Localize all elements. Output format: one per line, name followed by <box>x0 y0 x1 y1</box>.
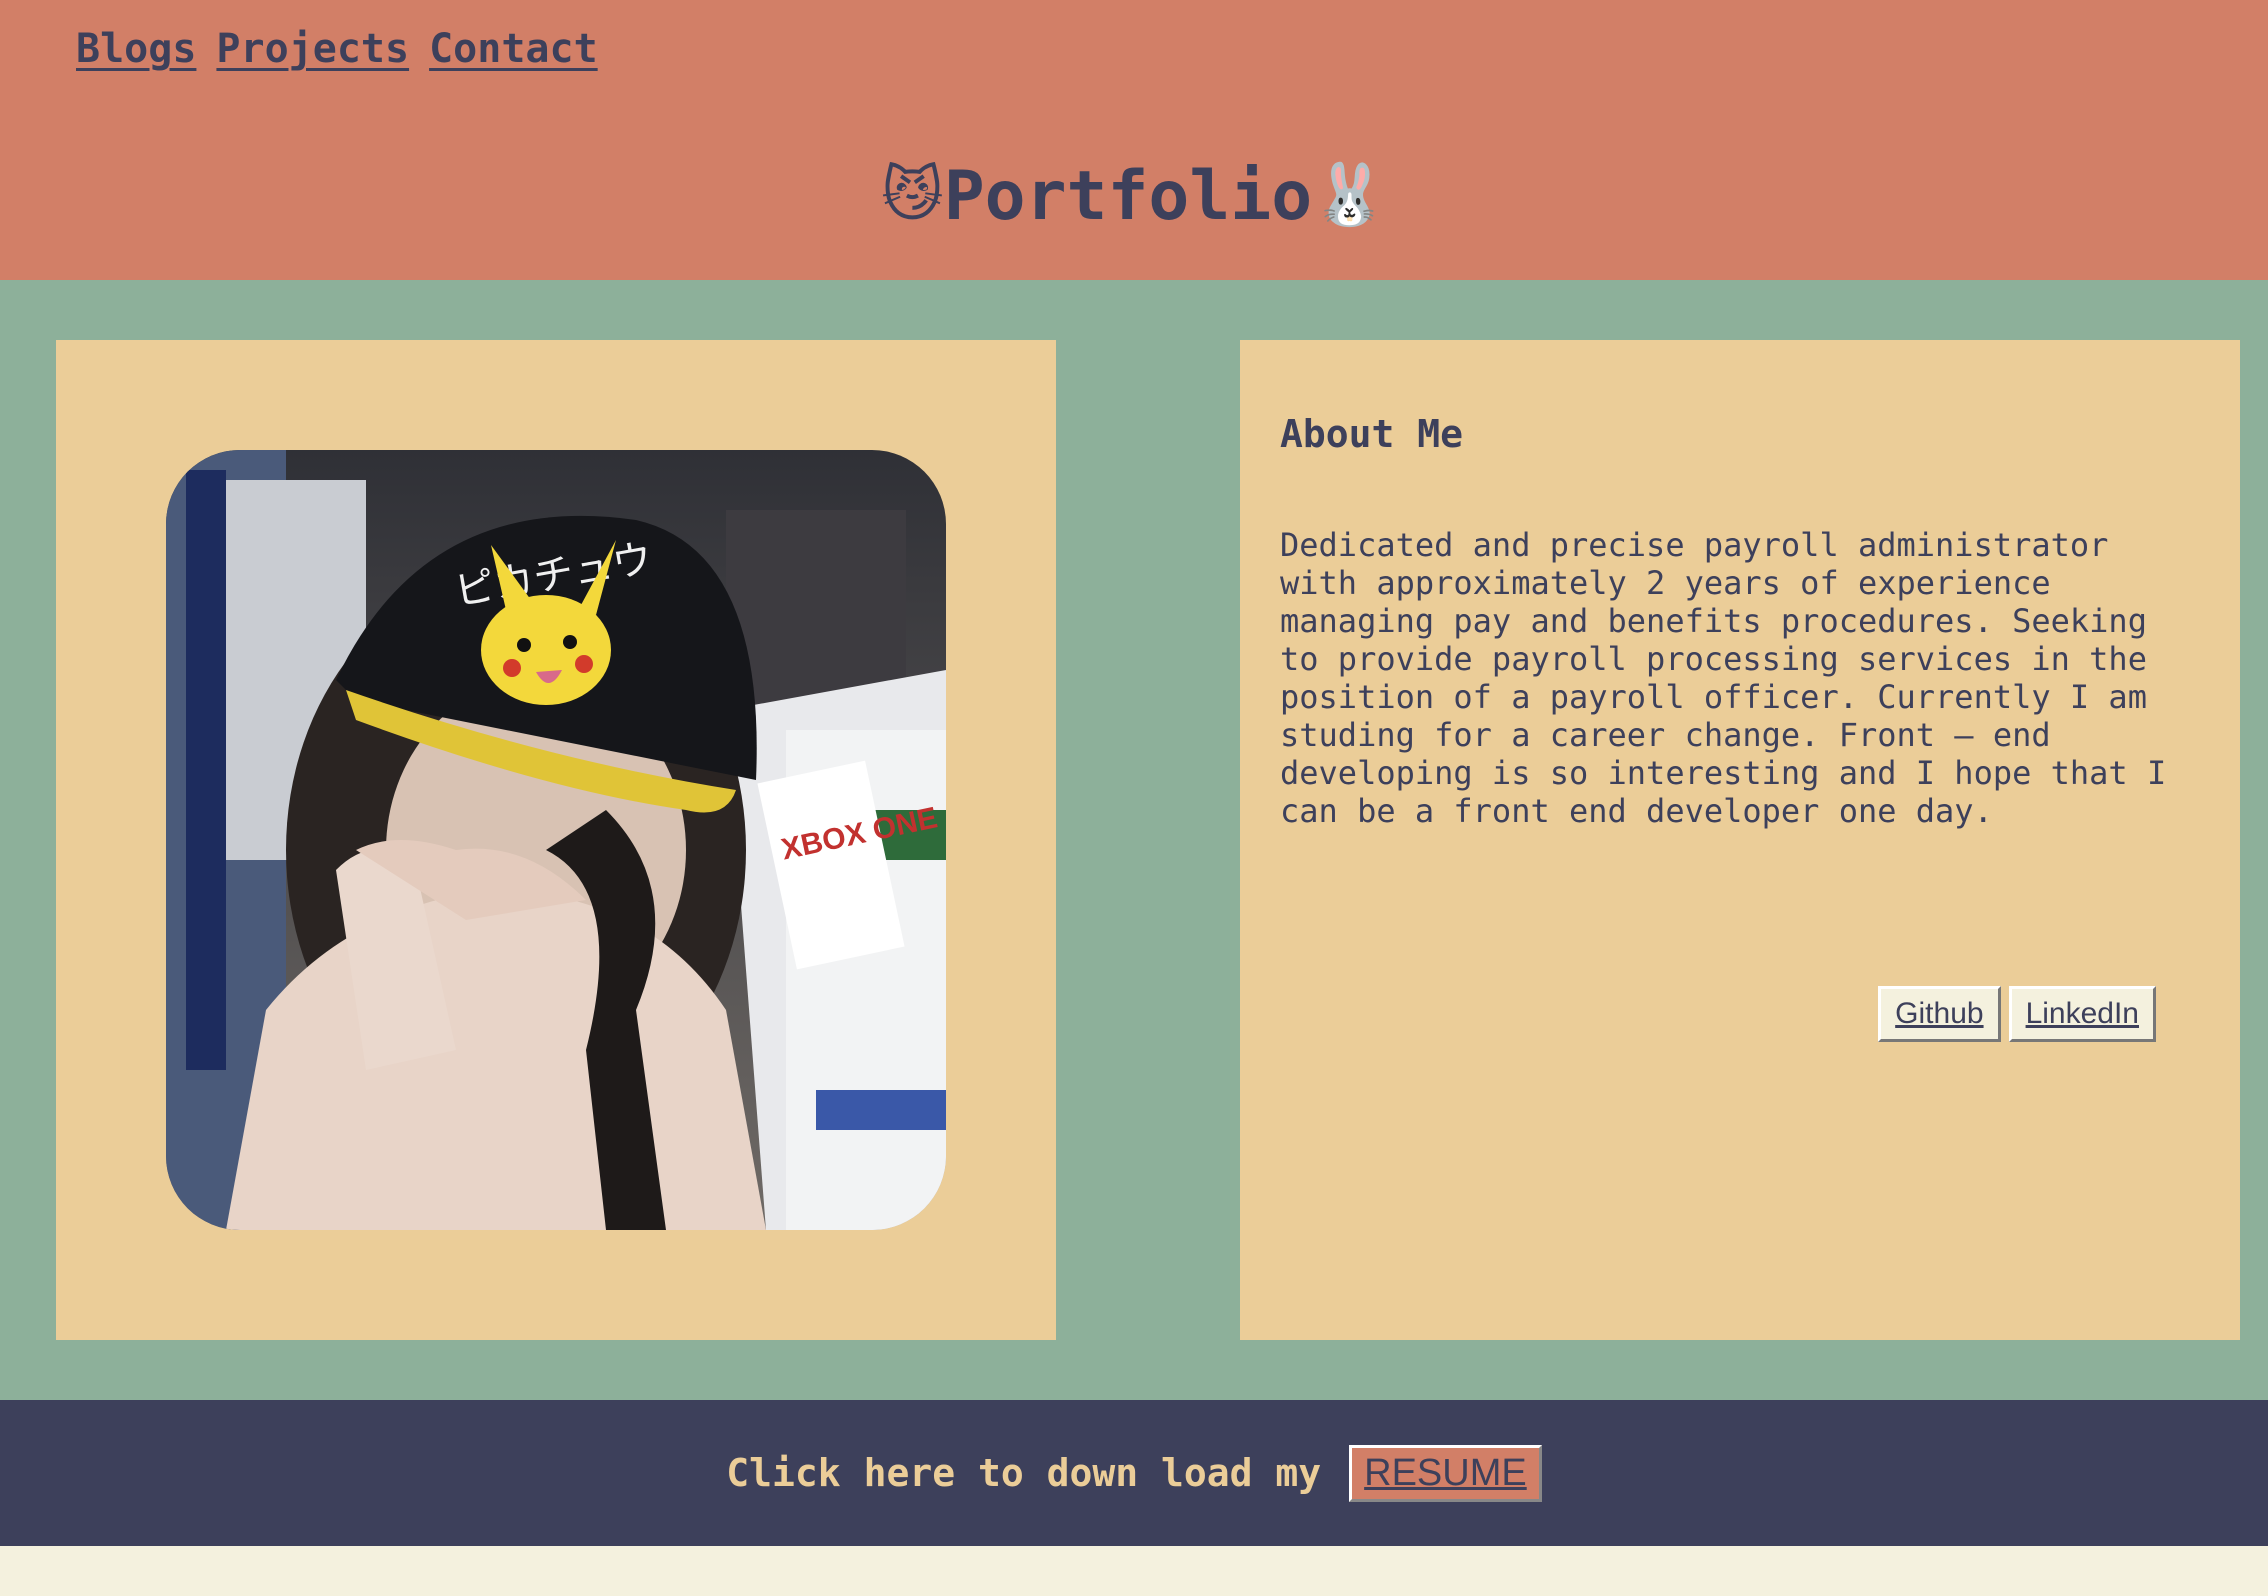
about-text: Dedicated and precise payroll administra… <box>1280 526 2167 830</box>
smirk-cat-icon: 😼 <box>881 160 944 230</box>
page-title: 😼Portfolio🐰 <box>0 150 2268 242</box>
footer-text: Click here to down load my <box>726 1451 1322 1495</box>
footer: Click here to down load my RESUME <box>0 1400 2268 1546</box>
top-nav: Blogs Projects Contact <box>76 26 598 72</box>
nav-link-contact[interactable]: Contact <box>429 26 598 72</box>
rabbit-icon: 🐰 <box>1312 160 1387 230</box>
page-title-text: Portfolio <box>943 157 1313 236</box>
github-button[interactable]: Github <box>1878 986 2001 1042</box>
nav-link-blogs[interactable]: Blogs <box>76 26 196 72</box>
profile-photo: XBOX ONE ピカチュウ <box>166 450 946 1230</box>
main-section: XBOX ONE ピカチュウ About Me Dedicated and pr… <box>0 280 2268 1400</box>
resume-button[interactable]: RESUME <box>1349 1444 1542 1502</box>
photo-card: XBOX ONE ピカチュウ <box>56 340 1056 1340</box>
header: Blogs Projects Contact 😼Portfolio🐰 <box>0 0 2268 280</box>
about-card: About Me Dedicated and precise payroll a… <box>1240 340 2240 1340</box>
social-links: Github LinkedIn <box>1878 986 2156 1042</box>
linkedin-button[interactable]: LinkedIn <box>2008 986 2156 1042</box>
nav-link-projects[interactable]: Projects <box>216 26 409 72</box>
about-title: About Me <box>1280 412 1464 456</box>
